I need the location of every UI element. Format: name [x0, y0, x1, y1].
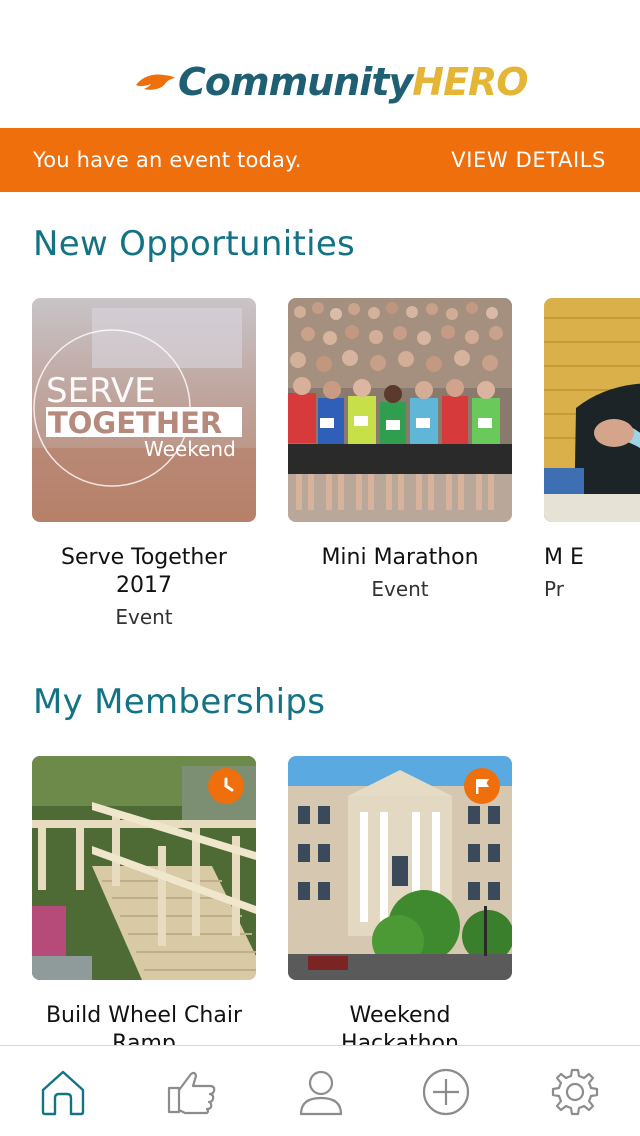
opportunity-image: SERVE TOGETHER Weekend — [32, 298, 256, 522]
memberships-carousel[interactable]: Build Wheel Chair Ramp Weekend Hackathon — [32, 756, 640, 1045]
clock-icon — [208, 768, 244, 804]
membership-image — [288, 756, 512, 980]
header: Community HERO — [0, 0, 640, 128]
endorse-tab[interactable] — [165, 1066, 217, 1118]
flame-logo-icon — [136, 74, 175, 90]
opportunity-card[interactable]: SERVE TOGETHER Weekend Serve Together 20… — [32, 298, 256, 629]
volunteer-photo — [544, 298, 640, 522]
membership-card[interactable]: Weekend Hackathon — [288, 756, 512, 1045]
opportunity-image — [288, 298, 512, 522]
profile-icon — [299, 1070, 343, 1116]
event-banner[interactable]: You have an event today. VIEW DETAILS — [0, 128, 640, 192]
marathon-photo — [288, 298, 512, 522]
membership-title: Build Wheel Chair Ramp — [45, 1003, 243, 1045]
art-line2: TOGETHER — [48, 406, 222, 440]
profile-tab[interactable] — [295, 1066, 347, 1118]
opportunity-type: Pr — [544, 577, 564, 601]
thumbs-up-icon — [167, 1071, 216, 1115]
home-icon — [41, 1070, 85, 1116]
opportunity-image — [544, 298, 640, 522]
opportunity-title: Mini Marathon — [321, 545, 479, 570]
banner-message: You have an event today. — [33, 148, 302, 172]
logo-community-text: Community — [178, 60, 413, 104]
opportunity-card[interactable]: Mini Marathon Event — [288, 298, 512, 601]
settings-tab[interactable] — [549, 1066, 601, 1118]
home-tab[interactable] — [37, 1066, 89, 1118]
create-tab[interactable] — [420, 1066, 472, 1118]
membership-image — [32, 756, 256, 980]
art-line3: Weekend — [144, 437, 236, 461]
opportunity-card[interactable]: M E Pr — [544, 298, 640, 601]
view-details-button[interactable]: VIEW DETAILS — [451, 148, 606, 172]
memberships-title: My Memberships — [33, 682, 326, 722]
logo-hero-text: HERO — [412, 60, 528, 104]
membership-title: Weekend Hackathon — [341, 1003, 459, 1045]
art-line1: SERVE — [46, 371, 156, 411]
app-logo: Community HERO — [134, 52, 529, 112]
opportunity-title: M E — [544, 545, 584, 570]
plus-circle-icon — [422, 1068, 470, 1116]
opportunity-title: Serve Together 2017 — [61, 545, 227, 598]
opportunities-title: New Opportunities — [33, 224, 356, 264]
gear-icon — [551, 1068, 599, 1116]
serve-together-artwork: SERVE TOGETHER Weekend — [32, 298, 256, 522]
opportunity-type: Event — [371, 577, 429, 601]
bottom-tab-bar — [0, 1045, 640, 1136]
opportunity-type: Event — [115, 605, 173, 629]
membership-card[interactable]: Build Wheel Chair Ramp — [32, 756, 256, 1045]
opportunities-carousel[interactable]: SERVE TOGETHER Weekend Serve Together 20… — [32, 298, 640, 658]
flag-icon — [464, 768, 500, 804]
